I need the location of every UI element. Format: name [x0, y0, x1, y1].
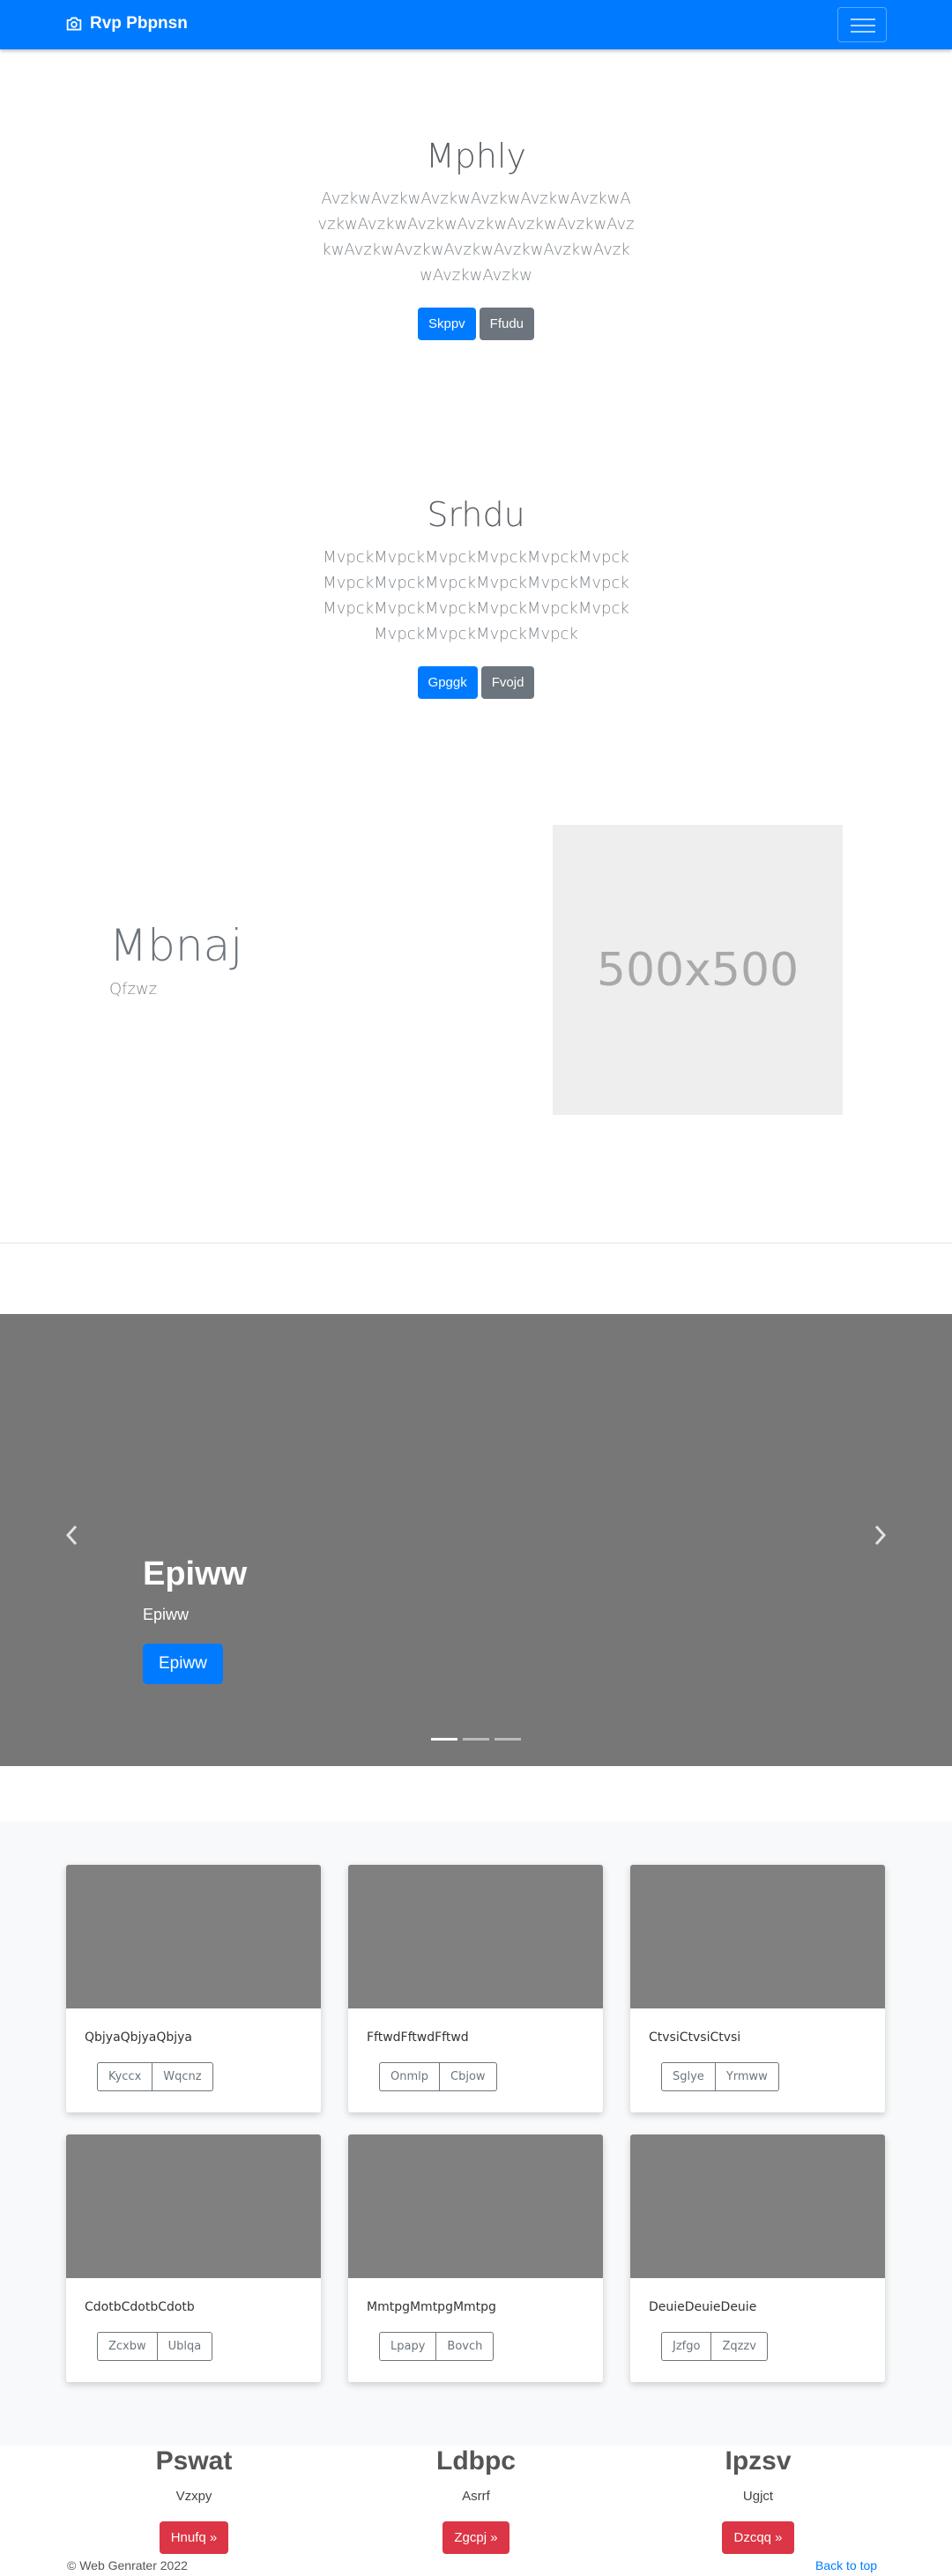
- card-text: QbjyaQbjyaQbjya: [85, 2030, 192, 2045]
- card-button-2[interactable]: Wqcnz: [152, 2062, 213, 2091]
- card-text: DeuieDeuieDeuie: [649, 2300, 757, 2314]
- hero-lead: MvpckMvpckMvpckMvpckMvpckMvpckMvpckMvpck…: [323, 548, 629, 643]
- carousel-button[interactable]: Epiww: [143, 1644, 223, 1684]
- card-image: [630, 2134, 885, 2278]
- hamburger-icon: [851, 19, 875, 20]
- hero-primary-button[interactable]: Skppv: [417, 308, 476, 340]
- card-button-2[interactable]: Zqzzv: [711, 2332, 768, 2361]
- hero-secondary-button[interactable]: Ffudu: [479, 308, 535, 340]
- album-card: CtvsiCtvsiCtvsi Sglye Yrmww: [630, 1865, 885, 2112]
- album-section: QbjyaQbjyaQbjya Kyccx Wqcnz FftwdFftwdFft…: [0, 1822, 952, 2446]
- footer-copyright: © Web Genrater 2022: [67, 2558, 188, 2572]
- carousel-title: Epiww: [143, 1555, 248, 1592]
- column-heading: Ipzsv: [725, 2446, 792, 2476]
- album-card: CdotbCdotbCdotb Zcxbw Ublqa: [66, 2134, 321, 2382]
- card-button-1[interactable]: Zcxbw: [97, 2332, 158, 2361]
- marketing-column: Ipzsv Ugjct Dzcqq »: [652, 2446, 864, 2554]
- carousel-indicators: [431, 1738, 521, 1741]
- album-card: FftwdFftwdFftwd Onmlp Cbjow: [348, 1865, 603, 2112]
- feature-subheading: Qfzwz: [109, 980, 158, 998]
- card-image: [630, 1865, 885, 2008]
- carousel-indicator[interactable]: [431, 1738, 457, 1741]
- hero-primary-button[interactable]: Gpggk: [417, 666, 478, 699]
- column-heading: Ldbpc: [436, 2446, 516, 2476]
- carousel-text: Epiww: [143, 1606, 190, 1623]
- card-text: CdotbCdotbCdotb: [85, 2300, 195, 2314]
- card-button-1[interactable]: Sglye: [661, 2062, 716, 2091]
- hamburger-icon-line: [851, 25, 875, 26]
- carousel-prev-button[interactable]: [58, 1522, 85, 1557]
- back-to-top-link[interactable]: Back to top: [815, 2558, 877, 2572]
- column-button[interactable]: Hnufq »: [159, 2521, 229, 2554]
- hero-section-2: Srhdu MvpckMvpckMvpckMvpckMvpckMvpckMvpc…: [0, 495, 952, 699]
- chevron-left-icon: [65, 1525, 78, 1546]
- navbar-toggle-button[interactable]: [837, 7, 887, 42]
- feature-image-placeholder: 500x500: [553, 825, 843, 1115]
- hero-title: Srhdu: [427, 495, 525, 534]
- card-button-2[interactable]: Bovch: [436, 2332, 495, 2361]
- column-button[interactable]: Dzcqq »: [722, 2521, 794, 2554]
- card-button-2[interactable]: Yrmww: [715, 2062, 779, 2091]
- brand-name: Rvp Pbpnsn: [90, 14, 188, 33]
- card-text: MmtpgMmtpgMmtpg: [367, 2300, 496, 2314]
- carousel-next-button[interactable]: [867, 1522, 894, 1557]
- marketing-column: Pswat Vzxpy Hnufq »: [88, 2446, 300, 2554]
- hero-title: Mphly: [425, 137, 527, 175]
- column-button[interactable]: Zgcpj »: [443, 2521, 509, 2554]
- card-text: CtvsiCtvsiCtvsi: [649, 2030, 741, 2045]
- hero-secondary-button[interactable]: Fvojd: [480, 666, 535, 699]
- hero-section-1: Mphly AvzkwAvzkwAvzkwAvzkwAvzkwAvzkwAvzk…: [0, 137, 952, 340]
- card-image: [66, 1865, 321, 2008]
- column-text: Vzxpy: [175, 2489, 212, 2504]
- album-card: DeuieDeuieDeuie Jzfgo Zqzzv: [630, 2134, 885, 2382]
- card-image: [348, 1865, 603, 2008]
- column-text: Asrrf: [462, 2489, 490, 2504]
- carousel-caption: Epiww Epiww Epiww: [143, 1555, 247, 1684]
- hamburger-icon-line: [851, 31, 875, 33]
- card-image: [66, 2134, 321, 2278]
- navbar: Rvp Pbpnsn: [0, 0, 952, 49]
- card-button-1[interactable]: Lpapy: [379, 2332, 437, 2361]
- card-image: [348, 2134, 603, 2278]
- column-heading: Pswat: [155, 2446, 233, 2476]
- card-button-1[interactable]: Onmlp: [379, 2062, 440, 2091]
- card-button-2[interactable]: Cbjow: [440, 2062, 497, 2091]
- carousel-indicator[interactable]: [463, 1738, 489, 1741]
- card-text: FftwdFftwdFftwd: [367, 2030, 469, 2045]
- carousel: Epiww Epiww Epiww: [0, 1314, 952, 1766]
- card-button-2[interactable]: Ublqa: [157, 2332, 213, 2361]
- placeholder-label: 500x500: [596, 943, 800, 997]
- album-card: QbjyaQbjyaQbjya Kyccx Wqcnz: [66, 1865, 321, 2112]
- card-button-1[interactable]: Jzfgo: [661, 2332, 712, 2361]
- chevron-right-icon: [874, 1525, 887, 1546]
- hero-lead: AvzkwAvzkwAvzkwAvzkwAvzkwAvzkwAvzkwAvzkw…: [317, 189, 635, 285]
- brand-link[interactable]: Rvp Pbpnsn: [65, 14, 188, 33]
- marketing-column: Ldbpc Asrrf Zgcpj »: [370, 2446, 582, 2554]
- feature-heading: Mbnaj: [109, 920, 243, 971]
- album-card: MmtpgMmtpgMmtpg Lpapy Bovch: [348, 2134, 603, 2382]
- carousel-indicator[interactable]: [495, 1738, 521, 1741]
- card-button-1[interactable]: Kyccx: [97, 2062, 153, 2091]
- camera-icon: [66, 17, 82, 31]
- column-text: Ugjct: [742, 2489, 774, 2504]
